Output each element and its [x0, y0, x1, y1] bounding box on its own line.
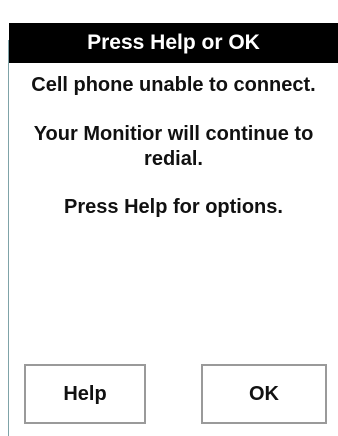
screen: Press Help or OK Cell phone unable to co…	[0, 0, 338, 436]
message-redial-notice: Your Monitior will continue to redial.	[33, 123, 314, 170]
help-button[interactable]: Help	[24, 364, 146, 424]
message-area: Cell phone unable to connect. Your Monit…	[9, 73, 338, 243]
ok-button[interactable]: OK	[201, 364, 327, 424]
title-bar: Press Help or OK	[9, 23, 338, 63]
title-text: Press Help or OK	[87, 31, 260, 54]
message-connection-error: Cell phone unable to connect.	[31, 74, 316, 96]
message-help-hint: Press Help for options.	[64, 196, 283, 218]
